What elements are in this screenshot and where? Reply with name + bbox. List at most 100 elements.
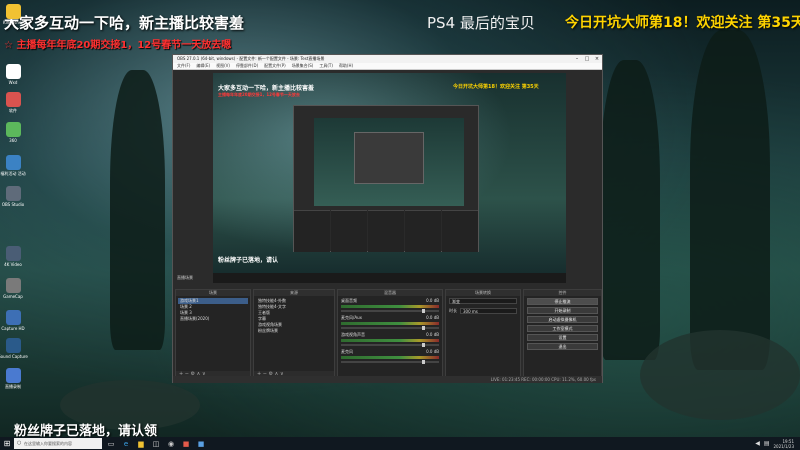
volume-slider[interactable] <box>341 309 439 313</box>
control-button[interactable]: 停止推流 <box>527 298 598 305</box>
overlay-text-top-left: 大家多互动一下哈，新主播比较害羞 <box>4 14 245 32</box>
close-icon[interactable]: × <box>592 56 602 62</box>
volume-icon[interactable]: ◀ <box>755 440 760 447</box>
menu-help[interactable]: 帮助(H) <box>339 63 353 69</box>
desktop-shortcut[interactable]: Wxd <box>2 64 24 85</box>
obs-menu-bar: 文件(F) 编辑(E) 视图(V) 停靠部件(D) 配置文件(P) 场景集合(S… <box>173 63 602 70</box>
duration-input[interactable]: 300 ms <box>460 308 517 314</box>
network-icon[interactable]: ▤ <box>764 440 770 447</box>
desktop-shortcut[interactable]: 福利活动 活动 <box>0 155 26 176</box>
desktop-shortcut[interactable]: OBS Studio <box>2 186 24 207</box>
minimize-icon[interactable]: – <box>572 56 582 62</box>
volume-slider[interactable] <box>341 326 439 330</box>
scenes-dock: 场景 游戏场景1 场景 2 场景 3 直播场景(2020) + − ⚙ ∧ ∨ <box>175 289 251 379</box>
transition-type-select[interactable]: 渐变 <box>449 298 517 304</box>
obs-taskbar-icon[interactable]: ◉ <box>165 438 177 449</box>
controls-dock: 控件 停止推流 开始录制 启动虚拟摄像机 工作室模式 设置 退出 <box>523 289 602 379</box>
taskbar-search-input[interactable]: 在这里输入你要搜索的内容 <box>14 438 102 449</box>
control-button[interactable]: 设置 <box>527 334 598 341</box>
obs-icon <box>5 186 21 201</box>
overlay-text-top-right: 今日开坑大师第18！欢迎关注 第35天 <box>565 15 800 31</box>
menu-edit[interactable]: 编辑(E) <box>196 63 210 69</box>
tree-silhouette <box>600 60 660 360</box>
app-icon <box>5 310 21 325</box>
app-icon <box>5 92 21 107</box>
desktop-shortcut-label: 福利活动 活动 <box>0 171 26 176</box>
obs-window[interactable]: OBS 27.0.1 (64-bit, windows) - 配置文件: 新一个… <box>172 54 603 383</box>
desktop-shortcut[interactable]: Capture HD <box>1 310 25 331</box>
clock[interactable]: 19:51 2021/1/23 <box>773 439 794 449</box>
windows-start-icon[interactable]: ⊞ <box>0 437 14 450</box>
app-icon[interactable]: ■ <box>195 438 207 449</box>
current-scene-label: 直播场景 <box>177 275 193 280</box>
desktop-shortcut-label: 360 <box>9 138 17 143</box>
app-icon <box>5 155 21 170</box>
volume-meter <box>341 322 439 325</box>
task-view-icon[interactable]: ▭ <box>105 438 117 449</box>
desktop-shortcut-label: 软件 <box>9 108 17 113</box>
edge-icon[interactable]: e <box>120 438 132 449</box>
mixer-channel-db: 0.0 dB <box>426 315 439 320</box>
desktop-shortcut[interactable]: Sound Capture <box>0 338 28 359</box>
menu-file[interactable]: 文件(F) <box>177 63 190 69</box>
obs-title-bar[interactable]: OBS 27.0.1 (64-bit, windows) - 配置文件: 新一个… <box>173 55 602 63</box>
folder-icon <box>5 4 21 19</box>
audio-mixer-dock: 混音器 桌面音频 0.0 dB 麦克风/Aux 0.0 dB 游戏视角声音 0.0 dB 麦… <box>337 289 443 379</box>
desktop-shortcut[interactable]: Kingfisher <box>2 4 24 25</box>
mixer-channels: 桌面音频 0.0 dB 麦克风/Aux 0.0 dB 游戏视角声音 0.0 dB 麦克风 0.… <box>338 296 442 364</box>
menu-docks[interactable]: 停靠部件(D) <box>236 63 258 69</box>
control-button[interactable]: 启动虚拟摄像机 <box>527 316 598 323</box>
desktop-shortcut[interactable]: GameCap <box>2 278 24 299</box>
volume-meter <box>341 356 439 359</box>
windows-taskbar: ⊞ 在这里输入你要搜索的内容 ▭ e ▆ ◫ ◉ ■ ■ ◀ ▤ 19:51 2… <box>0 437 800 450</box>
mixer-channel-name: 麦克风 <box>341 349 353 354</box>
desktop-shortcut-label: 4K Video <box>4 262 22 267</box>
preview-overlay-bottom: 粉丝牌子已落地，请认 <box>218 257 279 264</box>
desktop-shortcut[interactable]: 软件 <box>2 92 24 113</box>
desktop-shortcut[interactable]: 直播录制 <box>2 368 24 389</box>
folder-icon[interactable]: ▆ <box>135 438 147 449</box>
scene-item[interactable]: 直播场景(2020) <box>178 316 248 322</box>
source-item[interactable]: 粉丝牌场景 <box>256 328 332 334</box>
menu-scene-collection[interactable]: 场景集合(S) <box>292 63 314 69</box>
tree-silhouette <box>110 70 165 350</box>
volume-slider[interactable] <box>341 343 439 347</box>
sources-dock: 来源 独特技能4-外数 独特技能4-文字 王者版 字幕 游戏视角场景 粉丝牌场景 + − … <box>253 289 335 379</box>
maximize-icon[interactable]: □ <box>582 56 592 62</box>
menu-tools[interactable]: 工具(T) <box>319 63 333 69</box>
nested-inner-window <box>354 132 424 184</box>
nested-preview <box>314 118 464 206</box>
app-icon <box>5 246 21 261</box>
control-button[interactable]: 开始录制 <box>527 307 598 314</box>
control-button[interactable]: 工作室模式 <box>527 325 598 332</box>
desktop-shortcut-label: Wxd <box>8 80 18 85</box>
desktop-shortcut-label: 直播录制 <box>5 384 21 389</box>
overlay-text-game-title: PS4 最后的宝贝 <box>427 14 535 32</box>
play-icon <box>5 368 21 383</box>
obs-status-bar: LIVE: 01:23:45 REC: 00:00:00 CPU: 11.2%,… <box>173 376 602 383</box>
desktop-shortcut[interactable]: 360 <box>2 122 24 143</box>
control-button[interactable]: 退出 <box>527 343 598 350</box>
mixer-channel-name: 麦克风/Aux <box>341 315 362 320</box>
volume-slider[interactable] <box>341 360 439 364</box>
obs-preview-canvas[interactable]: 大家多互动一下哈，新主播比较害羞 主播每年年底20期交接1，12号春节一天放去 … <box>213 73 566 283</box>
rock <box>640 330 800 420</box>
mixer-channel: 麦克风/Aux 0.0 dB <box>338 313 442 330</box>
mixer-channel: 麦克风 0.0 dB <box>338 347 442 364</box>
menu-profile[interactable]: 配置文件(P) <box>264 63 286 69</box>
desktop-shortcut-label: GameCap <box>3 294 23 299</box>
app-icon <box>5 122 21 137</box>
system-tray: ◀ ▤ 19:51 2021/1/23 <box>755 439 800 449</box>
app-icon <box>5 338 21 353</box>
sources-list: 独特技能4-外数 独特技能4-文字 王者版 字幕 游戏视角场景 粉丝牌场景 <box>254 296 334 336</box>
duration-label: 时长 <box>449 308 457 313</box>
tree-silhouette <box>690 30 770 370</box>
volume-meter <box>341 305 439 308</box>
store-icon[interactable]: ◫ <box>150 438 162 449</box>
desktop-shortcut-label: Sound Capture <box>0 354 28 359</box>
app-icon[interactable]: ■ <box>180 438 192 449</box>
desktop-shortcut[interactable]: 4K Video <box>2 246 24 267</box>
menu-view[interactable]: 视图(V) <box>216 63 230 69</box>
nested-obs-capture <box>293 105 479 252</box>
scene-label-bar: 直播场景 <box>173 273 602 283</box>
